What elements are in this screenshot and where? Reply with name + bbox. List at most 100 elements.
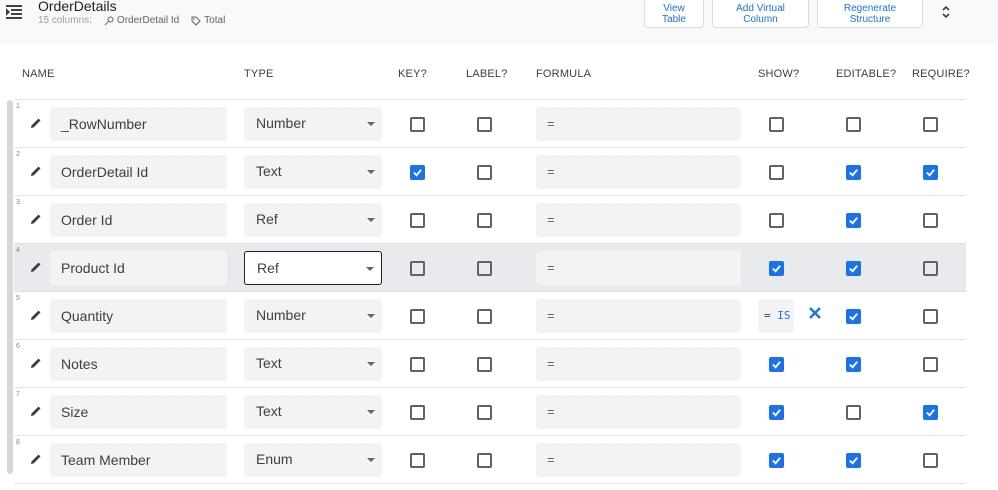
key-checkbox[interactable] bbox=[410, 117, 425, 132]
label-checkbox[interactable] bbox=[477, 405, 492, 420]
label-checkbox[interactable] bbox=[477, 357, 492, 372]
formula-field[interactable]: = bbox=[536, 203, 741, 237]
pencil-icon[interactable] bbox=[30, 165, 42, 177]
table-subtitle: 15 columns: OrderDetail Id Total bbox=[38, 15, 225, 26]
column-type-select[interactable]: Text bbox=[244, 155, 382, 189]
check-icon bbox=[413, 169, 422, 177]
editable-checkbox[interactable] bbox=[846, 309, 861, 324]
key-checkbox[interactable] bbox=[410, 453, 425, 468]
check-icon bbox=[772, 457, 781, 465]
column-name-field[interactable]: Team Member bbox=[50, 443, 227, 477]
view-table-button[interactable]: View Table bbox=[644, 0, 704, 28]
label-checkbox[interactable] bbox=[477, 117, 492, 132]
show-checkbox[interactable] bbox=[769, 213, 784, 228]
editable-checkbox[interactable] bbox=[846, 213, 861, 228]
key-checkbox[interactable] bbox=[410, 309, 425, 324]
formula-field[interactable]: = bbox=[536, 395, 741, 429]
menu-icon[interactable] bbox=[6, 4, 22, 20]
formula-field[interactable]: = bbox=[536, 443, 741, 477]
column-type-value: Text bbox=[256, 163, 282, 179]
column-type-value: Number bbox=[256, 307, 306, 323]
column-type-select[interactable]: Number bbox=[244, 107, 382, 141]
key-chip: OrderDetail Id bbox=[104, 15, 179, 26]
formula-field[interactable]: = bbox=[536, 347, 741, 381]
show-checkbox[interactable] bbox=[769, 453, 784, 468]
editable-checkbox[interactable] bbox=[846, 165, 861, 180]
show-checkbox[interactable] bbox=[769, 405, 784, 420]
column-name-field[interactable]: Order Id bbox=[50, 203, 227, 237]
add-virtual-column-button[interactable]: Add Virtual Column bbox=[712, 0, 809, 28]
check-icon bbox=[849, 169, 858, 177]
column-type-select[interactable]: Number bbox=[244, 299, 382, 333]
row-number: 3 bbox=[16, 199, 20, 206]
pencil-icon[interactable] bbox=[30, 453, 42, 465]
col-header-label: LABEL? bbox=[466, 68, 508, 80]
formula-field[interactable]: = bbox=[536, 251, 741, 285]
key-checkbox[interactable] bbox=[410, 165, 425, 180]
pencil-icon[interactable] bbox=[30, 213, 42, 225]
editable-checkbox[interactable] bbox=[846, 405, 861, 420]
key-checkbox[interactable] bbox=[410, 357, 425, 372]
require-checkbox[interactable] bbox=[923, 357, 938, 372]
row-number: 6 bbox=[16, 343, 20, 350]
show-expression-field[interactable]: = IS bbox=[758, 299, 794, 333]
formula-field[interactable]: = bbox=[536, 299, 741, 333]
column-name-field[interactable]: Quantity bbox=[50, 299, 227, 333]
label-chip: Total bbox=[191, 15, 225, 26]
column-type-value: Enum bbox=[256, 451, 293, 467]
column-name-field[interactable]: OrderDetail Id bbox=[50, 155, 227, 189]
column-name-field[interactable]: Notes bbox=[50, 347, 227, 381]
dropdown-arrow-icon bbox=[367, 410, 375, 414]
label-checkbox[interactable] bbox=[477, 213, 492, 228]
show-checkbox[interactable] bbox=[769, 117, 784, 132]
dropdown-arrow-icon bbox=[367, 314, 375, 318]
pencil-icon[interactable] bbox=[30, 309, 42, 321]
column-name-field[interactable]: Product Id bbox=[50, 251, 227, 285]
key-icon bbox=[104, 16, 114, 25]
require-checkbox[interactable] bbox=[923, 213, 938, 228]
require-checkbox[interactable] bbox=[923, 165, 938, 180]
pencil-icon[interactable] bbox=[30, 357, 42, 369]
formula-field[interactable]: = bbox=[536, 155, 741, 189]
vertical-scrollbar[interactable] bbox=[7, 100, 13, 474]
label-checkbox[interactable] bbox=[477, 453, 492, 468]
pencil-icon[interactable] bbox=[30, 405, 42, 417]
show-checkbox[interactable] bbox=[769, 357, 784, 372]
label-checkbox[interactable] bbox=[477, 309, 492, 324]
unfold-icon[interactable] bbox=[938, 4, 954, 20]
pencil-icon[interactable] bbox=[30, 117, 42, 129]
formula-field[interactable]: = bbox=[536, 107, 741, 141]
column-type-select[interactable]: Text bbox=[244, 347, 382, 381]
require-checkbox[interactable] bbox=[923, 453, 938, 468]
label-checkbox[interactable] bbox=[477, 165, 492, 180]
editable-checkbox[interactable] bbox=[846, 453, 861, 468]
key-checkbox[interactable] bbox=[410, 261, 425, 276]
column-name-field[interactable]: Size bbox=[50, 395, 227, 429]
editable-checkbox[interactable] bbox=[846, 117, 861, 132]
column-type-select[interactable]: Ref bbox=[244, 251, 382, 285]
editable-checkbox[interactable] bbox=[846, 357, 861, 372]
show-checkbox[interactable] bbox=[769, 261, 784, 276]
regenerate-structure-button[interactable]: Regenerate Structure bbox=[817, 0, 923, 28]
require-checkbox[interactable] bbox=[923, 117, 938, 132]
column-type-select[interactable]: Enum bbox=[244, 443, 382, 477]
row-number: 7 bbox=[16, 391, 20, 398]
key-checkbox[interactable] bbox=[410, 405, 425, 420]
col-header-name: NAME bbox=[22, 68, 55, 80]
label-chip-label: Total bbox=[204, 15, 226, 26]
column-type-select[interactable]: Ref bbox=[244, 203, 382, 237]
show-checkbox[interactable] bbox=[769, 165, 784, 180]
key-checkbox[interactable] bbox=[410, 213, 425, 228]
column-name-field[interactable]: _RowNumber bbox=[50, 107, 227, 141]
editable-checkbox[interactable] bbox=[846, 261, 861, 276]
column-count: 15 columns: bbox=[38, 15, 92, 26]
col-header-show: SHOW? bbox=[758, 68, 800, 80]
require-checkbox[interactable] bbox=[923, 261, 938, 276]
column-type-value: Ref bbox=[256, 211, 278, 227]
column-type-select[interactable]: Text bbox=[244, 395, 382, 429]
close-icon[interactable] bbox=[807, 305, 823, 321]
label-checkbox[interactable] bbox=[477, 261, 492, 276]
require-checkbox[interactable] bbox=[923, 309, 938, 324]
require-checkbox[interactable] bbox=[923, 405, 938, 420]
pencil-icon[interactable] bbox=[30, 261, 42, 273]
